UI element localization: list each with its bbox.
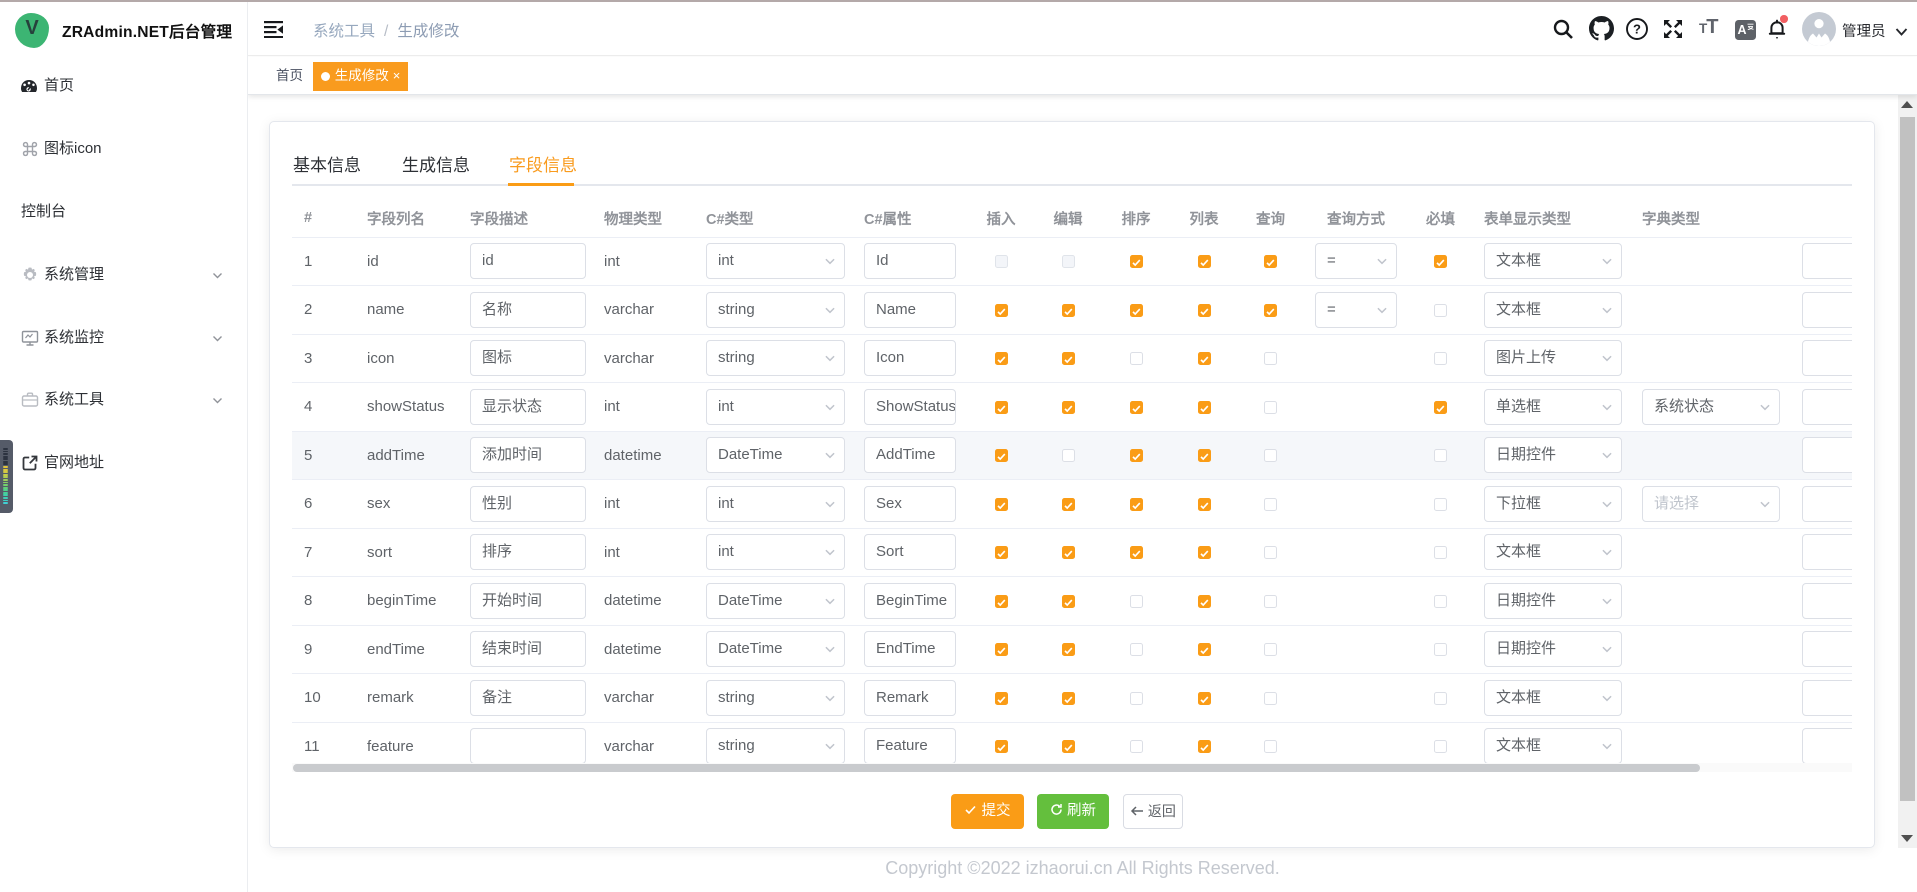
svg-text:?: ? [1633, 22, 1641, 37]
